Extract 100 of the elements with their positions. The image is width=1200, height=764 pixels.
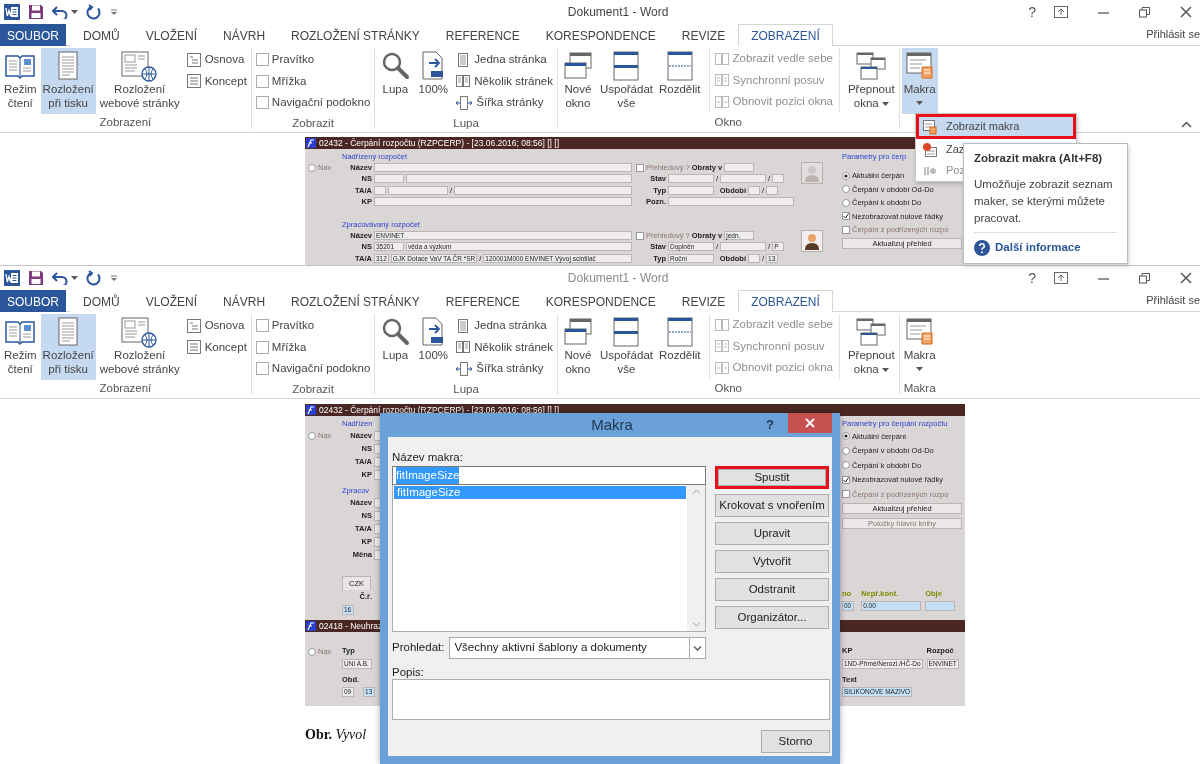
checkbox[interactable]: Navigační podokno [255, 92, 371, 114]
app-logo-icon[interactable] [4, 270, 20, 286]
close-icon[interactable] [1180, 272, 1192, 284]
ribbon-button[interactable]: Rozložení webové stránky [97, 314, 182, 380]
dropdown[interactable]: Všechny aktivní šablony a dokumenty [449, 637, 706, 659]
help-button[interactable]: ? [766, 415, 774, 435]
sign-in-link[interactable]: Přihlásit se [1146, 290, 1200, 311]
ribbon-button[interactable]: 100% [415, 314, 452, 380]
ribbon-tab[interactable]: SOUBOR [0, 24, 66, 46]
close-button[interactable] [788, 413, 832, 433]
ribbon-button[interactable]: Koncept [185, 70, 247, 92]
ribbon-button[interactable]: Lupa [377, 314, 414, 380]
save-icon[interactable] [28, 4, 44, 20]
app-icon [306, 138, 316, 148]
help-button[interactable]: ? [1028, 1, 1036, 23]
input-field[interactable] [374, 185, 386, 195]
restore-icon[interactable] [1139, 272, 1150, 284]
caret-icon[interactable] [71, 10, 78, 14]
ribbon-button[interactable]: Jedna stránka [455, 315, 553, 337]
input-field[interactable] [766, 185, 779, 195]
description-field[interactable] [392, 679, 830, 720]
input-field[interactable] [668, 196, 794, 206]
ribbon-tab[interactable]: ZOBRAZENÍ [738, 290, 833, 312]
ribbon-button[interactable]: Šířka stránky [455, 358, 553, 380]
save-icon[interactable] [28, 270, 44, 286]
input-field[interactable] [374, 174, 404, 184]
ribbon-button[interactable]: Rozložení při tisku [40, 314, 96, 380]
ribbon-button[interactable]: Rozdělit [657, 48, 703, 114]
help-icon[interactable] [974, 239, 990, 256]
checkbox[interactable]: Mřížka [255, 336, 371, 358]
ribbon-button[interactable]: Rozložení při tisku [40, 48, 96, 114]
input-field[interactable] [668, 185, 714, 195]
dialog-button[interactable]: Odstranit [715, 578, 829, 601]
ribbon-button[interactable]: Rozdělit [657, 314, 703, 380]
customize-icon[interactable] [110, 8, 118, 16]
ribbon-tab[interactable]: ZOBRAZENÍ [738, 24, 833, 46]
ribbon-button[interactable]: Makra [901, 314, 938, 380]
dialog-button[interactable]: Upravit [715, 522, 829, 545]
person-icon[interactable] [801, 230, 823, 252]
caret-icon[interactable] [71, 276, 78, 280]
checkbox[interactable]: Navigační podokno [255, 358, 371, 380]
menu-item[interactable]: Zobrazit makra [916, 114, 1076, 139]
ribbon-button[interactable]: Jedna stránka [455, 49, 553, 71]
input-field[interactable] [720, 242, 767, 252]
menu-item[interactable]: Zaz [916, 139, 964, 160]
input-field[interactable] [748, 253, 760, 263]
ribbon-options-icon[interactable] [1054, 272, 1068, 284]
app-title: 02432 - Čerpání rozpočtu (RZPCERP) - [23.06.2016; 08:56] [] [] [319, 137, 559, 149]
ribbon-button[interactable]: Přepnout okna [845, 48, 897, 114]
input-field[interactable] [374, 163, 632, 173]
undo-icon[interactable] [52, 271, 68, 285]
input-field[interactable] [925, 601, 956, 612]
help-button[interactable]: ? [1028, 267, 1036, 289]
input-field[interactable] [406, 174, 632, 184]
input-field[interactable] [388, 185, 448, 195]
dialog-button[interactable]: Vytvořit [715, 550, 829, 573]
redo-icon[interactable] [86, 4, 102, 20]
dialog-button[interactable]: Organizátor... [715, 606, 829, 629]
ribbon-button[interactable]: Uspořádat vše [597, 314, 655, 380]
input-field[interactable] [374, 196, 632, 206]
ribbon-button[interactable]: Nové okno [559, 48, 596, 114]
ribbon-button[interactable]: Osnova [185, 49, 247, 71]
cancel-button[interactable]: Storno [761, 730, 830, 753]
ribbon-button[interactable]: Koncept [185, 336, 247, 358]
ribbon-button[interactable]: Přepnout okna [845, 314, 897, 380]
sign-in-link[interactable]: Přihlásit se [1146, 24, 1200, 45]
ribbon-button[interactable]: Osnova [185, 315, 247, 337]
ribbon-button[interactable]: Uspořádat vše [597, 48, 655, 114]
help-link[interactable]: Další informace [995, 239, 1081, 257]
ribbon-button[interactable]: Několik stránek [455, 336, 553, 358]
input-field[interactable] [748, 185, 760, 195]
redo-icon[interactable] [86, 270, 102, 286]
restore-icon[interactable] [1139, 6, 1150, 18]
undo-icon[interactable] [52, 5, 68, 19]
input-field[interactable] [668, 174, 714, 184]
ribbon-button[interactable]: Režim čtení [2, 314, 39, 380]
input-field[interactable] [720, 174, 767, 184]
ribbon-options-icon[interactable] [1054, 6, 1068, 18]
ribbon-button[interactable]: Režim čtení [2, 48, 39, 114]
ribbon-tab[interactable]: SOUBOR [0, 290, 66, 312]
caret-icon [881, 368, 889, 373]
input-field[interactable] [772, 174, 785, 184]
ribbon-button[interactable]: Makra [901, 48, 938, 114]
ribbon-button[interactable]: 100% [415, 48, 452, 114]
checkbox[interactable]: Mřížka [255, 70, 371, 92]
app-logo-icon[interactable] [4, 4, 20, 20]
checkbox[interactable]: Pravítko [255, 49, 371, 71]
ribbon-button[interactable]: Šířka stránky [455, 92, 553, 114]
close-icon[interactable] [1180, 6, 1192, 18]
input-field[interactable] [454, 185, 632, 195]
dialog-button[interactable]: Krokovat s vnořením [715, 494, 829, 517]
ribbon-button[interactable]: Rozložení webové stránky [97, 48, 182, 114]
checkbox[interactable]: Pravítko [255, 315, 371, 337]
ribbon-button[interactable]: Lupa [377, 48, 414, 114]
ribbon-button[interactable]: Několik stránek [455, 70, 553, 92]
input-field[interactable] [724, 163, 755, 173]
collapse-ribbon-icon[interactable] [1181, 121, 1192, 128]
dialog-button[interactable]: Spustit [715, 466, 829, 489]
ribbon-button[interactable]: Nové okno [559, 314, 596, 380]
customize-icon[interactable] [110, 274, 118, 282]
